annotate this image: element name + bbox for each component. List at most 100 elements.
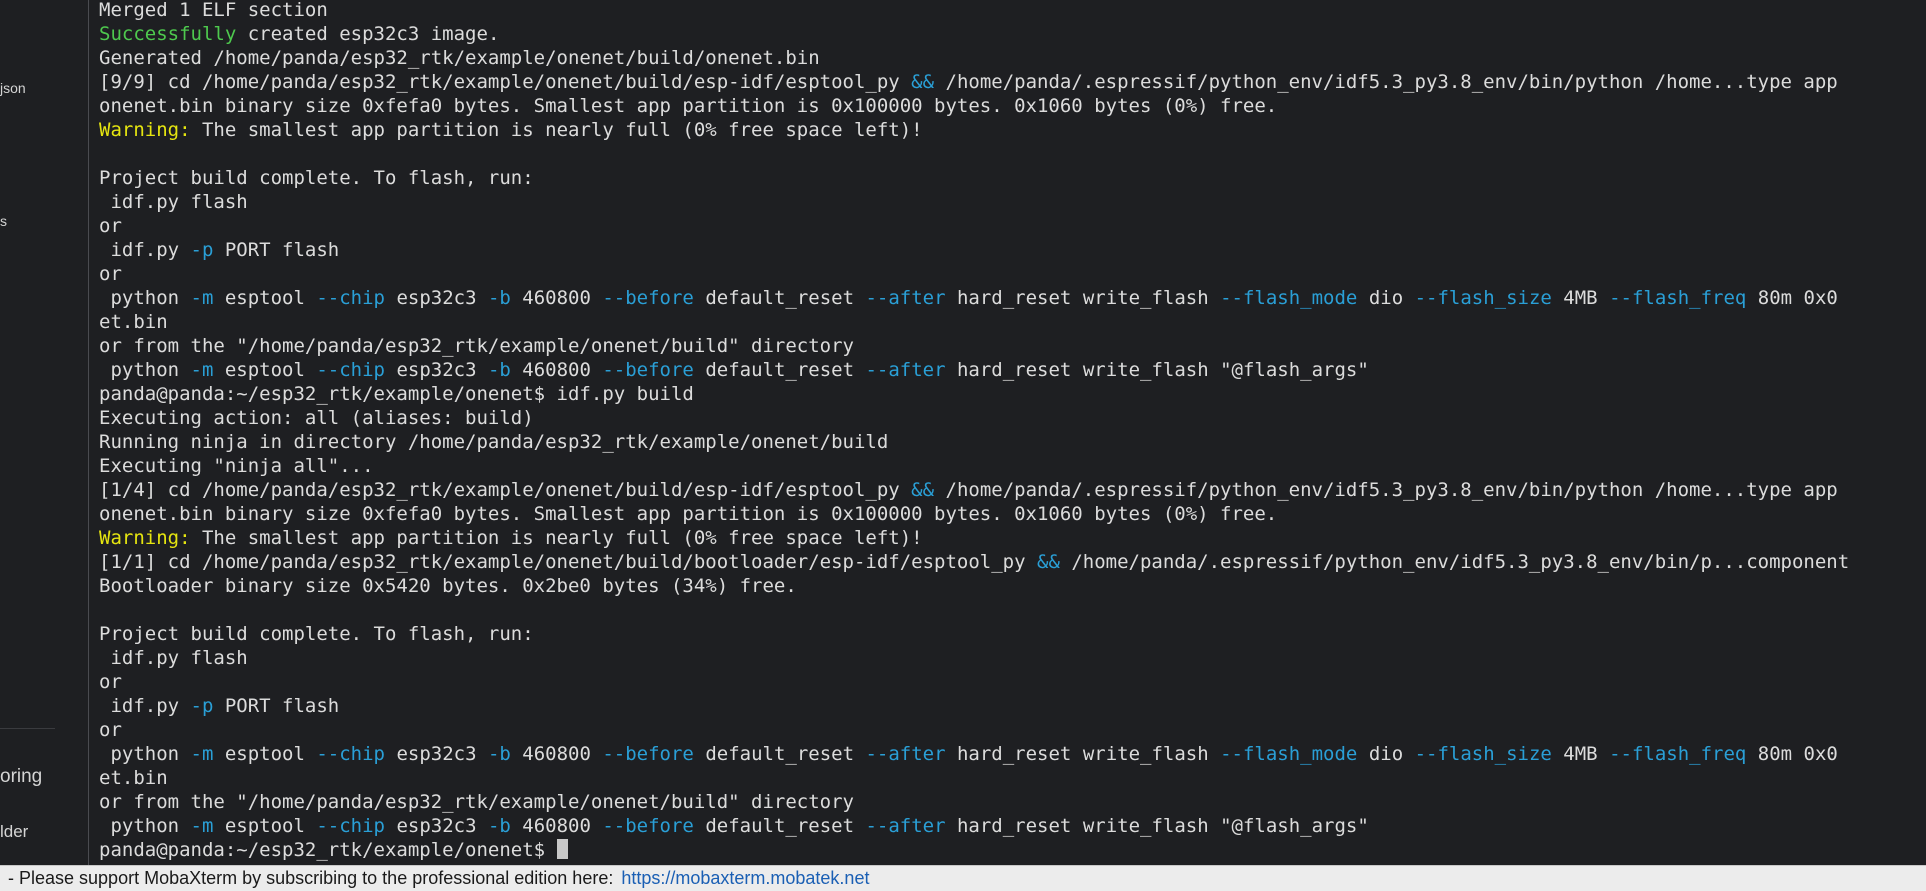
terminal-line: Project build complete. To flash, run: bbox=[99, 166, 1849, 190]
status-bar: - Please support MobaXterm by subscribin… bbox=[0, 865, 1926, 891]
terminal-text: && bbox=[911, 71, 935, 93]
terminal-line: or from the "/home/panda/esp32_rtk/examp… bbox=[99, 790, 1849, 814]
terminal-line: Project build complete. To flash, run: bbox=[99, 622, 1849, 646]
terminal-lines: Merged 1 ELF section Successfully created… bbox=[99, 0, 1849, 862]
terminal-text: default_reset bbox=[693, 359, 866, 381]
terminal-text: idf.py bbox=[99, 239, 191, 261]
terminal-text: --chip bbox=[316, 359, 385, 381]
terminal-cursor bbox=[556, 839, 568, 859]
sidebar-item-json[interactable]: json bbox=[0, 80, 26, 96]
terminal-text: 80m 0x0 bbox=[1746, 743, 1838, 765]
terminal-text: or bbox=[99, 671, 122, 693]
terminal-text: esp32c3 bbox=[385, 287, 488, 309]
terminal-text: idf.py flash bbox=[99, 647, 248, 669]
terminal-text: Successfully bbox=[99, 23, 237, 45]
terminal-text: && bbox=[911, 479, 935, 501]
sidebar-divider bbox=[0, 728, 55, 729]
terminal-text: Merged 1 ELF section bbox=[99, 0, 328, 21]
terminal-text: --after bbox=[865, 815, 946, 837]
terminal-text: 4MB bbox=[1551, 287, 1610, 309]
terminal-text: [1/1] cd /home/panda/esp32_rtk/example/o… bbox=[99, 551, 1037, 573]
terminal-text: default_reset bbox=[693, 743, 866, 765]
terminal-line: python -m esptool --chip esp32c3 -b 4608… bbox=[99, 358, 1849, 382]
terminal-text: Warning: bbox=[99, 527, 191, 549]
terminal-text: PORT flash bbox=[213, 695, 340, 717]
terminal-text: Executing action: all (aliases: build) bbox=[99, 407, 534, 429]
terminal-text: et.bin bbox=[99, 311, 168, 333]
terminal-text: or from the "/home/panda/esp32_rtk/examp… bbox=[99, 335, 854, 357]
terminal-text: hard_reset write_flash "@flash_args" bbox=[945, 359, 1369, 381]
terminal-text: -m bbox=[190, 815, 214, 837]
terminal-text: python bbox=[99, 743, 191, 765]
mobaxterm-window: json s oring lder Merged 1 ELF section Su… bbox=[0, 0, 1926, 891]
terminal-line: Generated /home/panda/esp32_rtk/example/… bbox=[99, 46, 1849, 70]
terminal-line: idf.py -p PORT flash bbox=[99, 694, 1849, 718]
terminal-text: --chip bbox=[316, 743, 385, 765]
terminal-line: idf.py -p PORT flash bbox=[99, 238, 1849, 262]
terminal-text: esp32c3 bbox=[385, 743, 488, 765]
sidebar-item-oring[interactable]: oring bbox=[0, 766, 42, 788]
terminal-text: hard_reset write_flash "@flash_args" bbox=[945, 815, 1369, 837]
terminal-line: Bootloader binary size 0x5420 bytes. 0x2… bbox=[99, 574, 1849, 598]
terminal-line: Executing "ninja all"... bbox=[99, 454, 1849, 478]
terminal-text: default_reset bbox=[693, 287, 866, 309]
terminal-text: Project build complete. To flash, run: bbox=[99, 167, 534, 189]
terminal-line: or bbox=[99, 718, 1849, 742]
terminal-line: Successfully created esp32c3 image. bbox=[99, 22, 1849, 46]
terminal-text: The smallest app partition is nearly ful… bbox=[190, 119, 923, 141]
terminal-line: Executing action: all (aliases: build) bbox=[99, 406, 1849, 430]
terminal-text: /home/panda/.espressif/python_env/idf5.3… bbox=[934, 71, 1838, 93]
mobaxterm-link[interactable]: https://mobaxterm.mobatek.net bbox=[621, 868, 869, 888]
terminal-text: dio bbox=[1357, 743, 1415, 765]
terminal-line: python -m esptool --chip esp32c3 -b 4608… bbox=[99, 742, 1849, 766]
terminal-text: python bbox=[99, 359, 191, 381]
terminal-text: -b bbox=[487, 287, 511, 309]
terminal-line: [1/1] cd /home/panda/esp32_rtk/example/o… bbox=[99, 550, 1849, 574]
terminal-text: Project build complete. To flash, run: bbox=[99, 623, 534, 645]
terminal-line: or from the "/home/panda/esp32_rtk/examp… bbox=[99, 334, 1849, 358]
terminal-line: panda@panda:~/esp32_rtk/example/onenet$ bbox=[99, 838, 1849, 862]
terminal-text: Generated /home/panda/esp32_rtk/example/… bbox=[99, 47, 820, 69]
terminal-line: onenet.bin binary size 0xfefa0 bytes. Sm… bbox=[99, 94, 1849, 118]
terminal-text: panda@panda:~/esp32_rtk/example/onenet$ … bbox=[99, 383, 694, 405]
terminal-line: or bbox=[99, 214, 1849, 238]
terminal-text: python bbox=[99, 815, 191, 837]
left-sidebar: json s oring lder bbox=[0, 0, 88, 865]
terminal-text: et.bin bbox=[99, 767, 168, 789]
terminal-text: esptool bbox=[213, 359, 317, 381]
terminal-text: 460800 bbox=[510, 743, 603, 765]
terminal-text: --after bbox=[865, 743, 946, 765]
sidebar-item-s[interactable]: s bbox=[0, 213, 7, 229]
terminal-line: [1/4] cd /home/panda/esp32_rtk/example/o… bbox=[99, 478, 1849, 502]
terminal-text: PORT flash bbox=[213, 239, 340, 261]
sidebar-item-lder[interactable]: lder bbox=[0, 822, 28, 842]
terminal-output[interactable]: Merged 1 ELF section Successfully created… bbox=[89, 0, 1926, 865]
terminal-text: idf.py bbox=[99, 695, 191, 717]
terminal-text: onenet.bin binary size 0xfefa0 bytes. Sm… bbox=[99, 503, 1278, 525]
terminal-text: -b bbox=[487, 743, 511, 765]
terminal-text: /home/panda/.espressif/python_env/idf5.3… bbox=[1059, 551, 1850, 573]
terminal-text: -p bbox=[190, 695, 214, 717]
terminal-line: [9/9] cd /home/panda/esp32_rtk/example/o… bbox=[99, 70, 1849, 94]
terminal-line: Merged 1 ELF section bbox=[99, 0, 1849, 22]
terminal-text: --flash_mode bbox=[1220, 743, 1358, 765]
terminal-text: --flash_freq bbox=[1609, 287, 1747, 309]
terminal-text: --chip bbox=[316, 815, 385, 837]
terminal-text: hard_reset write_flash bbox=[945, 743, 1221, 765]
terminal-text: /home/panda/.espressif/python_env/idf5.3… bbox=[934, 479, 1838, 501]
terminal-text: default_reset bbox=[693, 815, 866, 837]
terminal-text: --before bbox=[602, 287, 694, 309]
terminal-text: dio bbox=[1357, 287, 1415, 309]
terminal-text: idf.py flash bbox=[99, 191, 248, 213]
terminal-line: et.bin bbox=[99, 310, 1849, 334]
terminal-text: The smallest app partition is nearly ful… bbox=[190, 527, 923, 549]
terminal-text: --before bbox=[602, 743, 694, 765]
terminal-text: --flash_freq bbox=[1609, 743, 1747, 765]
terminal-text: -p bbox=[190, 239, 214, 261]
terminal-text: hard_reset write_flash bbox=[945, 287, 1221, 309]
terminal-text: or from the "/home/panda/esp32_rtk/examp… bbox=[99, 791, 854, 813]
terminal-text: or bbox=[99, 215, 122, 237]
terminal-text: Warning: bbox=[99, 119, 191, 141]
